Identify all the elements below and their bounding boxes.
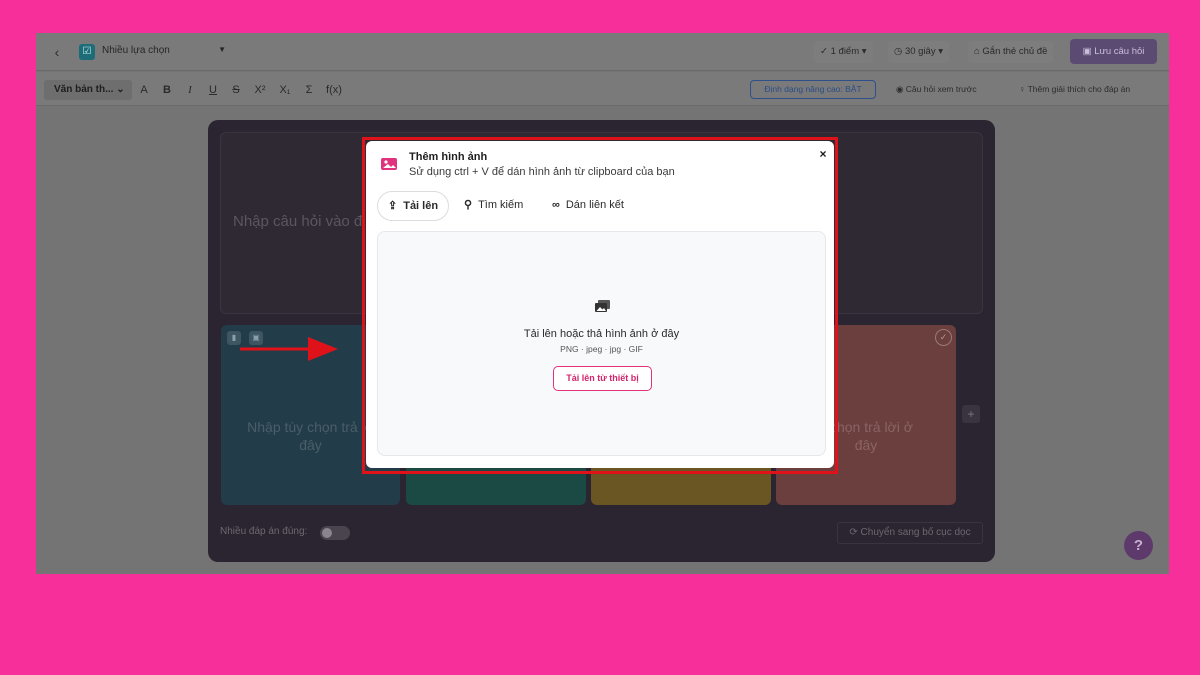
save-question-button[interactable]: ▣ Lưu câu hỏi — [1070, 39, 1157, 64]
search-icon: ⚲ — [464, 199, 473, 211]
drop-zone[interactable]: Tải lên hoặc thả hình ảnh ở đây PNG · jp… — [377, 231, 826, 456]
dialog-title: Thêm hình ảnh — [409, 151, 488, 163]
switch-layout-button[interactable]: ⟳ Chuyển sang bố cục dọc — [837, 522, 983, 544]
upload-from-device-button[interactable]: Tải lên từ thiết bị — [553, 366, 652, 391]
tab-paste-link[interactable]: ∞ Dán liên kết — [552, 191, 624, 221]
sum-button[interactable]: Σ — [301, 80, 317, 100]
correct-check-icon[interactable]: ✓ — [935, 329, 952, 346]
tab-paste-link-label: Dán liên kết — [565, 199, 624, 211]
tab-upload[interactable]: ⇪ Tải lên — [377, 191, 450, 221]
tab-search[interactable]: ⚲ Tìm kiếm — [464, 191, 523, 221]
delete-icon[interactable]: ▮ — [227, 331, 241, 345]
preview-button[interactable]: ◉ Câu hỏi xem trước — [896, 80, 977, 99]
tab-search-label: Tìm kiếm — [478, 199, 524, 211]
time-label: 30 giây — [904, 46, 936, 57]
text-style-label: Văn bản th... — [54, 84, 114, 95]
superscript-button[interactable]: X² — [251, 80, 269, 100]
checkbox-icon: ☑ — [79, 44, 95, 60]
switch-layout-label: Chuyển sang bố cục dọc — [860, 527, 971, 538]
chevron-left-icon: ‹ — [54, 44, 60, 60]
format-toolbar: Văn bản th... ⌄ A B I U S X² X₁ Σ f(x) Đ… — [36, 72, 1169, 106]
caret-down-icon: ▼ — [218, 45, 226, 54]
underline-button[interactable]: U — [205, 80, 221, 100]
question-placeholder: Nhập câu hỏi vào đ — [233, 213, 363, 230]
save-label: Lưu câu hỏi — [1094, 46, 1145, 57]
link-icon: ∞ — [552, 199, 560, 211]
lightbulb-icon: ♀ — [1019, 84, 1026, 94]
add-image-dialog: Thêm hình ảnh Sử dụng ctrl + V để dán hì… — [366, 141, 834, 468]
preview-label: Câu hỏi xem trước — [905, 84, 977, 94]
add-option-button[interactable]: + — [962, 405, 980, 423]
subscript-button[interactable]: X₁ — [276, 80, 294, 100]
red-arrow-annotation — [240, 337, 338, 361]
supported-formats: PNG · jpeg · jpg · GIF — [560, 344, 643, 354]
multi-correct-label: Nhiều đáp án đúng: — [220, 526, 308, 537]
font-size-button[interactable]: A — [136, 80, 152, 100]
dialog-subtitle: Sử dụng ctrl + V để dán hình ảnh từ clip… — [409, 166, 675, 178]
images-icon — [595, 300, 610, 312]
points-select[interactable]: ✓ 1 điểm ▾ — [814, 41, 873, 63]
question-type-select[interactable]: ☑ Nhiều lựa chọn ▼ — [76, 40, 234, 64]
advanced-format-toggle[interactable]: Định dạng nâng cao: BẬT — [750, 80, 876, 99]
image-icon — [381, 158, 397, 170]
close-icon[interactable]: × — [814, 145, 832, 163]
text-style-select[interactable]: Văn bản th... ⌄ — [44, 80, 132, 100]
back-button[interactable]: ‹ — [46, 41, 68, 63]
bold-button[interactable]: B — [159, 80, 175, 100]
help-button[interactable]: ? — [1124, 531, 1153, 560]
question-type-label: Nhiều lựa chọn — [102, 45, 170, 56]
drop-zone-text: Tải lên hoặc thả hình ảnh ở đây — [523, 328, 680, 340]
multi-correct-toggle[interactable] — [320, 526, 350, 540]
add-explanation-button[interactable]: ♀ Thêm giải thích cho đáp án — [1019, 80, 1130, 99]
toggle-knob — [322, 528, 332, 538]
formula-button[interactable]: f(x) — [323, 80, 345, 100]
add-explanation-label: Thêm giải thích cho đáp án — [1027, 84, 1131, 94]
tag-topic-button[interactable]: ⌂ Gắn thẻ chủ đề — [968, 41, 1054, 63]
points-label: 1 điểm — [830, 46, 860, 57]
strikethrough-button[interactable]: S — [228, 80, 244, 100]
tab-upload-label: Tải lên — [403, 200, 439, 212]
upload-icon: ⇪ — [388, 200, 398, 212]
italic-button[interactable]: I — [182, 80, 198, 100]
eye-icon: ◉ — [896, 84, 904, 94]
time-select[interactable]: ◷ 30 giây ▾ — [888, 41, 949, 63]
top-bar: ‹ ☑ Nhiều lựa chọn ▼ ✓ 1 điểm ▾ ◷ 30 giâ… — [36, 33, 1169, 71]
tag-topic-label: Gắn thẻ chủ đề — [982, 46, 1048, 57]
